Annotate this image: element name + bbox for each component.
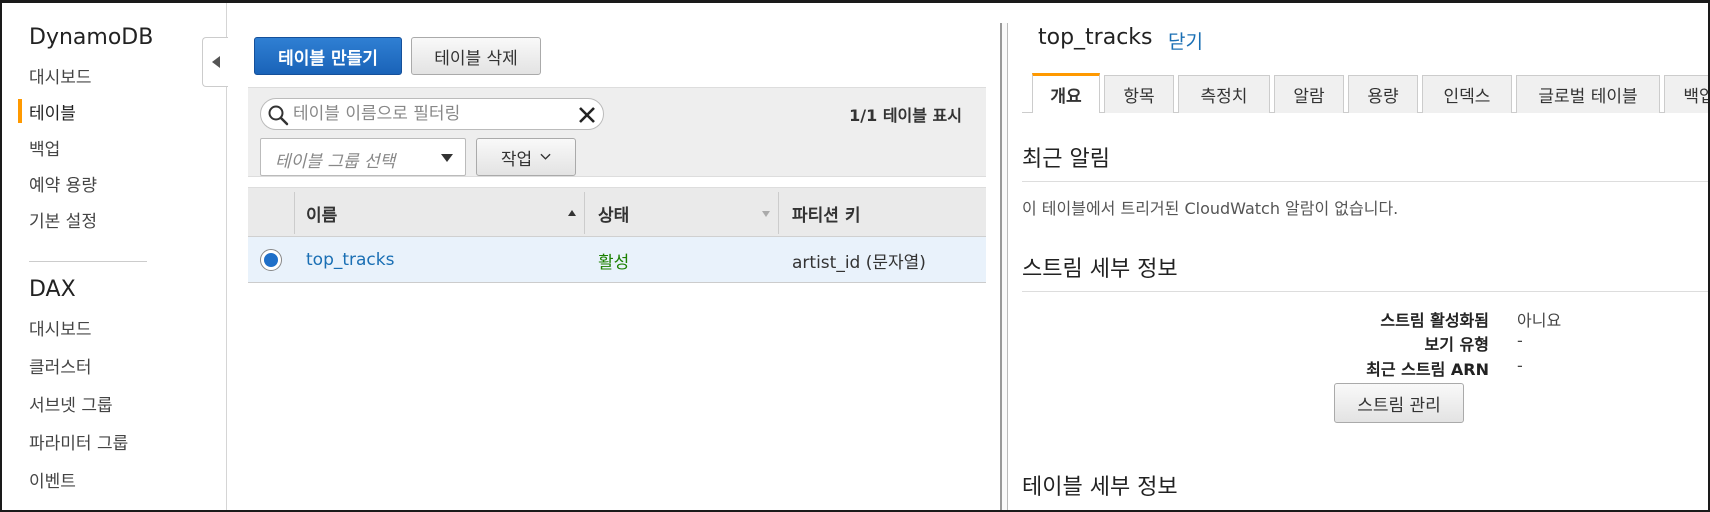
sidebar-item-subnet-groups[interactable]: 서브넷 그룹 [29,391,113,416]
tables-panel: 테이블 만들기 테이블 삭제 1/1 테이블 표시 테이블 그룹 선택 [228,3,1000,510]
actions-button[interactable]: 작업 [476,138,576,176]
sidebar-item-events[interactable]: 이벤트 [29,467,76,492]
sidebar-item-dax-dashboard[interactable]: 대시보드 [29,315,92,340]
sidebar-title-dynamodb: DynamoDB [29,25,154,50]
search-box[interactable] [260,98,604,130]
table-count: 1/1 테이블 표시 [849,106,962,125]
search-icon [268,105,289,126]
sidebar-item-clusters[interactable]: 클러스터 [29,353,92,378]
tab-backups[interactable]: 백업 [1664,75,1708,113]
column-header-partition-key-label: 파티션 키 [792,205,861,226]
table-group-select[interactable]: 테이블 그룹 선택 [260,138,466,176]
stream-enabled-value: 아니요 [1517,311,1562,330]
sort-descending-icon[interactable] [762,211,770,217]
tab-overview[interactable]: 개요 [1032,73,1100,113]
recent-alerts-heading: 최근 알림 [1022,147,1110,172]
caret-down-icon [441,154,453,162]
table-name-link[interactable]: top_tracks [306,237,394,283]
column-separator [584,192,585,234]
chevron-down-icon [540,153,551,160]
sidebar: DynamoDB 대시보드 테이블 백업 예약 용량 기본 설정 DAX 대시보… [2,3,227,510]
sidebar-item-preferences[interactable]: 기본 설정 [29,207,97,232]
delete-table-button[interactable]: 테이블 삭제 [411,37,541,75]
tab-indexes[interactable]: 인덱스 [1422,75,1512,113]
table-group-select-placeholder: 테이블 그룹 선택 [275,152,396,172]
sidebar-active-indicator [18,99,22,123]
chevron-left-icon [211,56,220,68]
column-header-status-label: 상태 [598,205,630,226]
search-input[interactable] [293,102,563,126]
sidebar-collapse-button[interactable] [202,37,228,87]
view-type-label: 보기 유형 [1424,335,1489,354]
panel-splitter[interactable] [1000,23,1008,510]
tab-items[interactable]: 항목 [1104,75,1174,113]
sort-ascending-icon[interactable] [568,210,576,216]
column-header-name[interactable]: 이름 [306,188,576,238]
view-type-value: - [1517,331,1523,350]
sidebar-item-backups[interactable]: 백업 [29,135,60,160]
section-divider [1022,291,1708,292]
column-header-partition-key[interactable]: 파티션 키 [792,188,982,238]
sidebar-item-reserved-capacity[interactable]: 예약 용량 [29,171,97,196]
table-header: 이름 상태 파티션 키 [248,187,986,237]
table-details-heading: 테이블 세부 정보 [1022,475,1178,500]
latest-stream-arn-label: 최근 스트림 ARN [1366,360,1489,379]
sidebar-item-parameter-groups[interactable]: 파라미터 그룹 [29,429,128,454]
sidebar-divider [29,261,147,262]
close-icon[interactable] [577,105,597,125]
close-details-link[interactable]: 닫기 [1168,27,1203,54]
filter-panel: 1/1 테이블 표시 테이블 그룹 선택 작업 [248,87,986,177]
row-select-radio[interactable] [260,249,282,271]
latest-stream-arn-value: - [1517,356,1523,375]
tab-alarms[interactable]: 알람 [1274,75,1344,113]
table-row[interactable]: top_tracks 활성 artist_id (문자열) [248,237,986,283]
tab-metrics[interactable]: 측정치 [1178,75,1270,113]
section-divider [1022,181,1708,182]
tab-global-tables[interactable]: 글로벌 테이블 [1516,75,1660,113]
column-separator [778,192,779,234]
details-panel: top_tracks 닫기 개요 항목 측정치 알람 용량 인덱스 글로벌 테이… [1012,3,1708,510]
stream-enabled-label: 스트림 활성화됨 [1380,311,1489,330]
tab-capacity[interactable]: 용량 [1348,75,1418,113]
sidebar-item-tables[interactable]: 테이블 [29,99,76,124]
sidebar-title-dax: DAX [29,277,76,302]
table-status: 활성 [598,252,630,273]
column-separator [294,192,295,234]
stream-details-heading: 스트림 세부 정보 [1022,257,1178,282]
column-header-status[interactable]: 상태 [598,188,768,238]
table-partition-key: artist_id (문자열) [792,252,926,273]
detail-title: top_tracks [1038,25,1153,50]
column-header-name-label: 이름 [306,205,338,226]
actions-button-label: 작업 [500,149,533,170]
dynamodb-console: DynamoDB 대시보드 테이블 백업 예약 용량 기본 설정 DAX 대시보… [0,0,1710,512]
create-table-button[interactable]: 테이블 만들기 [254,37,402,75]
manage-stream-button[interactable]: 스트림 관리 [1334,383,1464,423]
sidebar-item-dashboard[interactable]: 대시보드 [29,63,92,88]
no-alarms-message: 이 테이블에서 트리거된 CloudWatch 알람이 없습니다. [1022,199,1399,218]
detail-tabs: 개요 항목 측정치 알람 용량 인덱스 글로벌 테이블 백업 [1022,73,1708,113]
